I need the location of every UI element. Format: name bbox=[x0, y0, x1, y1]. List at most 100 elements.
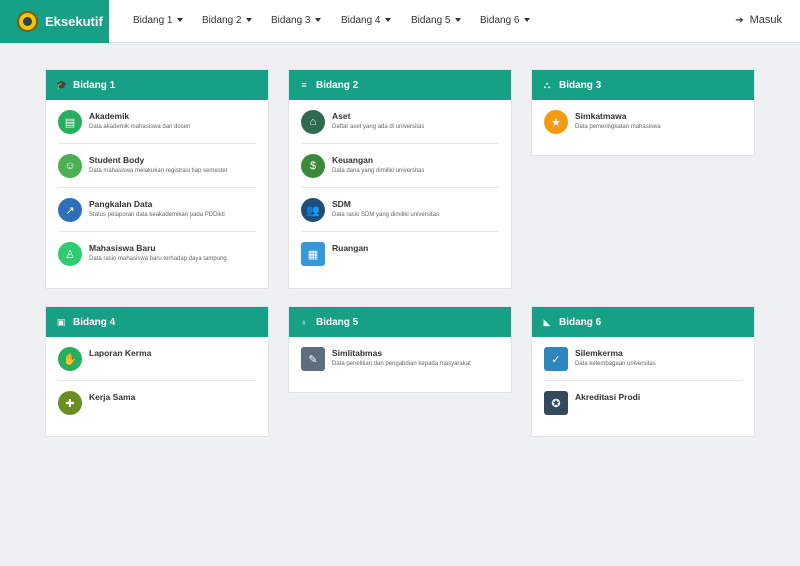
list-icon: ≡ bbox=[301, 80, 307, 90]
caret-down-icon bbox=[524, 18, 531, 23]
caret-down-icon bbox=[385, 18, 392, 23]
card-title: Bidang 5 bbox=[316, 316, 359, 328]
people-icon: 👥 bbox=[301, 198, 325, 222]
list-item-simkatmawa[interactable]: ★ Simkatmawa Data pemeringkatan mahasisw… bbox=[544, 100, 742, 144]
card-title: Bidang 4 bbox=[73, 316, 116, 328]
asset-icon: ⌂ bbox=[301, 110, 325, 134]
card-header: ▣ Bidang 4 bbox=[46, 307, 268, 337]
nav-menu-bidang-6[interactable]: Bidang 6 bbox=[480, 15, 531, 26]
item-description: Data mahasiswa melakukan registrasi tiap… bbox=[89, 168, 228, 174]
research-icon: ✎ bbox=[301, 347, 325, 371]
list-item-keuangan[interactable]: $ Keuangan Data dana yang dimiliki unive… bbox=[301, 144, 499, 188]
card-bidang-6: ◣ Bidang 6 ✓ Silemkerma Data kelembagaan… bbox=[531, 306, 755, 437]
item-description: Data pemeringkatan mahasiswa bbox=[575, 124, 661, 130]
sign-in-icon: ➔ bbox=[735, 14, 744, 26]
money-icon: $ bbox=[301, 154, 325, 178]
item-description: Data dana yang dimiliki universitas bbox=[332, 168, 425, 174]
nav-menu-bidang-5[interactable]: Bidang 5 bbox=[411, 15, 462, 26]
nav-menu-bidang-3[interactable]: Bidang 3 bbox=[271, 15, 322, 26]
item-title: Silemkerma bbox=[575, 348, 623, 358]
item-title: Akademik bbox=[89, 111, 130, 121]
caret-down-icon bbox=[177, 18, 184, 23]
graduation-cap-icon: 🎓 bbox=[56, 79, 68, 90]
login-label: Masuk bbox=[749, 14, 782, 26]
nav-menu-label: Bidang 2 bbox=[202, 15, 242, 26]
nav-menu-label: Bidang 4 bbox=[341, 15, 381, 26]
caret-down-icon bbox=[455, 18, 462, 23]
card-bidang-3: ⛬ Bidang 3 ★ Simkatmawa Data pemeringkat… bbox=[531, 69, 755, 156]
university-logo bbox=[17, 11, 38, 32]
clipboard-check-icon: ✓ bbox=[544, 347, 568, 371]
list-item-kerja-sama[interactable]: ✚ Kerja Sama bbox=[58, 381, 256, 425]
card-title: Bidang 3 bbox=[559, 79, 602, 91]
item-description: Data penelitian dan pengabdian kepada ma… bbox=[332, 361, 471, 367]
item-title: Kerja Sama bbox=[89, 392, 136, 402]
briefcase-icon: ▣ bbox=[56, 316, 66, 327]
item-title: Simkatmawa bbox=[575, 111, 627, 121]
card-bidang-5: ♁ Bidang 5 ✎ Simlitabmas Data penelitian… bbox=[288, 306, 512, 393]
brand-name: Eksekutif bbox=[45, 14, 103, 29]
item-description: Daftar aset yang ada di universitas bbox=[332, 124, 425, 130]
list-item-ruangan[interactable]: ▦ Ruangan bbox=[301, 232, 499, 276]
list-item-akademik[interactable]: ▤ Akademik Data akademik mahasiswa dan d… bbox=[58, 100, 256, 144]
student-body-icon: ☺ bbox=[58, 154, 82, 178]
item-title: Aset bbox=[332, 111, 351, 121]
new-student-icon: ♙ bbox=[58, 242, 82, 266]
item-title: Keuangan bbox=[332, 155, 374, 165]
nav-menu-label: Bidang 1 bbox=[133, 15, 173, 26]
item-title: SDM bbox=[332, 199, 351, 209]
list-item-pangkalan-data[interactable]: ↗ Pangkalan Data Status pelaporan data k… bbox=[58, 188, 256, 232]
card-header: ⛬ Bidang 3 bbox=[532, 70, 754, 100]
login-button[interactable]: ➔ Masuk bbox=[735, 14, 782, 26]
card-bidang-1: 🎓 Bidang 1 ▤ Akademik Data akademik maha… bbox=[45, 69, 269, 289]
card-header: 🎓 Bidang 1 bbox=[46, 70, 268, 100]
item-title: Mahasiswa Baru bbox=[89, 243, 156, 253]
item-title: Pangkalan Data bbox=[89, 199, 153, 209]
list-item-akreditasi-prodi[interactable]: ✪ Akreditasi Prodi bbox=[544, 381, 742, 425]
nav-menu-label: Bidang 6 bbox=[480, 15, 520, 26]
top-navbar: Eksekutif Bidang 1 Bidang 2 Bidang 3 Bid… bbox=[0, 0, 800, 43]
list-item-mahasiswa-baru[interactable]: ♙ Mahasiswa Baru Data rasio mahasiswa ba… bbox=[58, 232, 256, 276]
card-header: ≡ Bidang 2 bbox=[289, 70, 511, 100]
academic-icon: ▤ bbox=[58, 110, 82, 134]
certificate-icon: ✪ bbox=[544, 391, 568, 415]
card-bidang-2: ≡ Bidang 2 ⌂ Aset Daftar aset yang ada d… bbox=[288, 69, 512, 289]
nav-menu-label: Bidang 3 bbox=[271, 15, 311, 26]
rss-icon: ◣ bbox=[543, 316, 551, 327]
chart-growth-icon: ↗ bbox=[58, 198, 82, 222]
building-icon: ▦ bbox=[301, 242, 325, 266]
card-bidang-4: ▣ Bidang 4 ✋ Laporan Kerma ✚ Kerja Sama bbox=[45, 306, 269, 437]
brand-home-link[interactable]: Eksekutif bbox=[0, 0, 109, 43]
card-header: ◣ Bidang 6 bbox=[532, 307, 754, 337]
list-item-sdm[interactable]: 👥 SDM Data rasio SDM yang dimiliki unive… bbox=[301, 188, 499, 232]
item-title: Ruangan bbox=[332, 243, 369, 253]
lightbulb-icon: ♁ bbox=[300, 317, 308, 327]
item-description: Data rasio mahasiswa baru terhadap daya … bbox=[89, 256, 227, 262]
caret-down-icon bbox=[315, 18, 322, 23]
item-title: Simlitabmas bbox=[332, 348, 383, 358]
sitemap-icon: ⛬ bbox=[543, 79, 551, 90]
item-description: Data rasio SDM yang dimiliki universitas bbox=[332, 212, 440, 218]
list-item-silemkerma[interactable]: ✓ Silemkerma Data kelembagaan universita… bbox=[544, 337, 742, 381]
list-item-aset[interactable]: ⌂ Aset Daftar aset yang ada di universit… bbox=[301, 100, 499, 144]
item-title: Student Body bbox=[89, 155, 145, 165]
cooperation-icon: ✚ bbox=[58, 391, 82, 415]
caret-down-icon bbox=[246, 18, 253, 23]
item-description: Data akademik mahasiswa dan dosen bbox=[89, 124, 191, 130]
list-item-simlitabmas[interactable]: ✎ Simlitabmas Data penelitian dan pengab… bbox=[301, 337, 499, 381]
card-title: Bidang 6 bbox=[559, 316, 602, 328]
card-header: ♁ Bidang 5 bbox=[289, 307, 511, 337]
nav-menu-label: Bidang 5 bbox=[411, 15, 451, 26]
nav-menu-bidang-4[interactable]: Bidang 4 bbox=[341, 15, 392, 26]
card-title: Bidang 1 bbox=[73, 79, 116, 91]
list-item-laporan-kerma[interactable]: ✋ Laporan Kerma bbox=[58, 337, 256, 381]
item-title: Akreditasi Prodi bbox=[575, 392, 641, 402]
item-title: Laporan Kerma bbox=[89, 348, 152, 358]
item-description: Data kelembagaan universitas bbox=[575, 361, 656, 367]
card-title: Bidang 2 bbox=[316, 79, 359, 91]
handshake-icon: ✋ bbox=[58, 347, 82, 371]
list-item-student-body[interactable]: ☺ Student Body Data mahasiswa melakukan … bbox=[58, 144, 256, 188]
nav-menu-bidang-2[interactable]: Bidang 2 bbox=[202, 15, 253, 26]
nav-menu-bidang-1[interactable]: Bidang 1 bbox=[133, 15, 184, 26]
item-description: Status pelaporan data keakademikan pada … bbox=[89, 212, 225, 218]
